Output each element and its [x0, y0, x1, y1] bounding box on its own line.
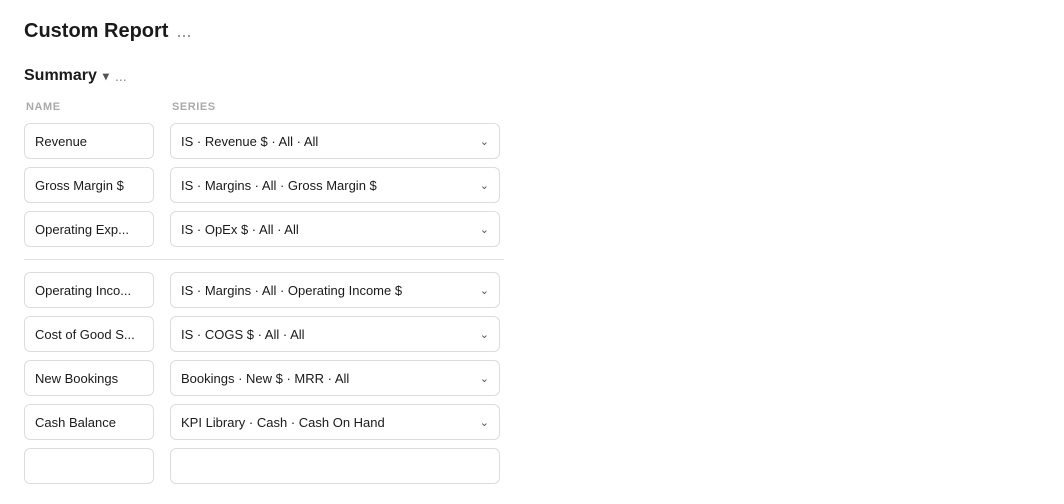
divider [24, 259, 504, 260]
table-row: Cash Balance KPI Library · Cash · Cash On… [24, 404, 1040, 440]
table-row: Revenue IS · Revenue $ · All · All ⌄ [24, 123, 1040, 159]
series-text: IS · Revenue $ · All · All [181, 134, 472, 149]
name-box[interactable]: Operating Inco... [24, 272, 154, 308]
empty-series-box[interactable] [170, 448, 500, 484]
chevron-down-icon: ⌄ [480, 135, 489, 148]
name-box[interactable]: Gross Margin $ [24, 167, 154, 203]
name-box[interactable]: Revenue [24, 123, 154, 159]
series-box[interactable]: IS · Margins · All · Operating Income $ ⌄ [170, 272, 500, 308]
series-text: KPI Library · Cash · Cash On Hand [181, 415, 472, 430]
empty-row [24, 448, 1040, 484]
column-headers: NAME SERIES [24, 101, 1040, 113]
table-row: Gross Margin $ IS · Margins · All · Gross… [24, 167, 1040, 203]
series-box[interactable]: IS · Revenue $ · All · All ⌄ [170, 123, 500, 159]
chevron-down-icon: ⌄ [480, 284, 489, 297]
table-row: Operating Exp... IS · OpEx $ · All · All ⌄ [24, 211, 1040, 247]
name-box[interactable]: Cost of Good S... [24, 316, 154, 352]
chevron-down-icon: ⌄ [480, 416, 489, 429]
chevron-down-icon: ⌄ [480, 223, 489, 236]
series-box[interactable]: IS · COGS $ · All · All ⌄ [170, 316, 500, 352]
name-box[interactable]: Operating Exp... [24, 211, 154, 247]
section-label: Summary [24, 67, 97, 85]
page-title-ellipsis[interactable]: ... [176, 21, 191, 42]
series-text: IS · Margins · All · Operating Income $ [181, 283, 472, 298]
page-title-text: Custom Report [24, 20, 168, 43]
table-row: Cost of Good S... IS · COGS $ · All · All… [24, 316, 1040, 352]
name-box[interactable]: New Bookings [24, 360, 154, 396]
series-text: Bookings · New $ · MRR · All [181, 371, 472, 386]
name-column-header: NAME [26, 101, 156, 113]
chevron-down-icon: ⌄ [480, 372, 489, 385]
series-column-header: SERIES [172, 101, 216, 113]
series-box[interactable]: IS · Margins · All · Gross Margin $ ⌄ [170, 167, 500, 203]
series-text: IS · OpEx $ · All · All [181, 222, 472, 237]
name-box[interactable]: Cash Balance [24, 404, 154, 440]
table-row: New Bookings Bookings · New $ · MRR · All… [24, 360, 1040, 396]
table-row: Operating Inco... IS · Margins · All · Op… [24, 272, 1040, 308]
series-box[interactable]: IS · OpEx $ · All · All ⌄ [170, 211, 500, 247]
section-ellipsis[interactable]: ... [115, 68, 127, 84]
rows-group-1: RevenueIS · Revenue $ · All · All⌄Gross … [24, 123, 1040, 247]
series-text: IS · COGS $ · All · All [181, 327, 472, 342]
series-text: IS · Margins · All · Gross Margin $ [181, 178, 472, 193]
chevron-down-icon: ⌄ [480, 179, 489, 192]
series-box[interactable]: KPI Library · Cash · Cash On Hand ⌄ [170, 404, 500, 440]
chevron-down-icon: ⌄ [480, 328, 489, 341]
series-box[interactable]: Bookings · New $ · MRR · All ⌄ [170, 360, 500, 396]
page-title: Custom Report ... [24, 20, 1040, 43]
section-chevron[interactable]: ▾ [103, 69, 109, 83]
section-header: Summary ▾ ... [24, 67, 1040, 85]
empty-name-box[interactable] [24, 448, 154, 484]
rows-group-2: Operating Inco... IS · Margins · All · Op… [24, 272, 1040, 440]
